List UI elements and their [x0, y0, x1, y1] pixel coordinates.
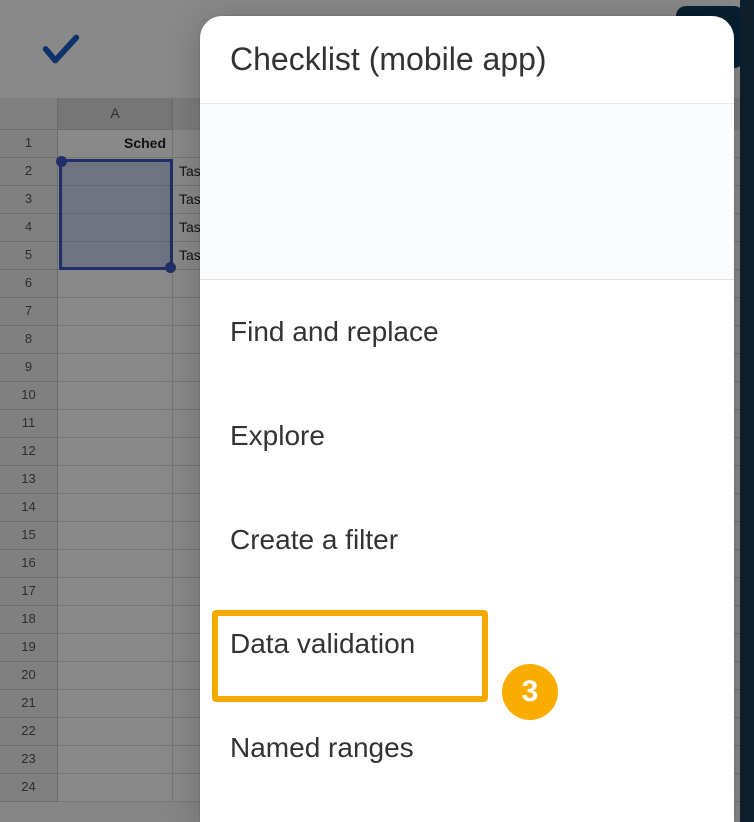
row-number[interactable]: 18: [0, 606, 58, 634]
menu-item-find-replace[interactable]: Find and replace: [200, 280, 734, 384]
row-number[interactable]: 7: [0, 298, 58, 326]
tutorial-step-badge: 3: [502, 664, 558, 720]
popup-spacer: [200, 104, 734, 280]
row-number[interactable]: 23: [0, 746, 58, 774]
row-number[interactable]: 14: [0, 494, 58, 522]
cell[interactable]: [58, 326, 173, 354]
sheet-title: Checklist (mobile app): [200, 16, 734, 104]
cell[interactable]: [58, 382, 173, 410]
row-number[interactable]: 17: [0, 578, 58, 606]
cell[interactable]: [58, 410, 173, 438]
row-number[interactable]: 10: [0, 382, 58, 410]
row-number[interactable]: 11: [0, 410, 58, 438]
row-number[interactable]: 9: [0, 354, 58, 382]
row-number[interactable]: 16: [0, 550, 58, 578]
cell[interactable]: [58, 298, 173, 326]
cell[interactable]: [58, 578, 173, 606]
cell[interactable]: [58, 690, 173, 718]
cell[interactable]: [58, 662, 173, 690]
cell[interactable]: [58, 606, 173, 634]
row-number[interactable]: 6: [0, 270, 58, 298]
menu-item-create-filter[interactable]: Create a filter: [200, 488, 734, 592]
cell[interactable]: [58, 438, 173, 466]
row-number[interactable]: 5: [0, 242, 58, 270]
row-number[interactable]: 21: [0, 690, 58, 718]
row-number[interactable]: 1: [0, 130, 58, 158]
menu-item-data-validation[interactable]: Data validation: [200, 592, 734, 696]
cell[interactable]: [58, 354, 173, 382]
row-number[interactable]: 19: [0, 634, 58, 662]
cell-a5[interactable]: [58, 242, 173, 270]
cell[interactable]: [58, 522, 173, 550]
row-number[interactable]: 20: [0, 662, 58, 690]
row-number[interactable]: 22: [0, 718, 58, 746]
cell-a2[interactable]: [58, 158, 173, 186]
row-number[interactable]: 24: [0, 774, 58, 802]
cell-a3[interactable]: [58, 186, 173, 214]
menu-item-explore[interactable]: Explore: [200, 384, 734, 488]
column-header-a[interactable]: A: [58, 98, 173, 130]
row-number[interactable]: 12: [0, 438, 58, 466]
bottom-sheet-menu: Checklist (mobile app) Find and replace …: [200, 16, 734, 822]
row-number[interactable]: 3: [0, 186, 58, 214]
row-number[interactable]: 15: [0, 522, 58, 550]
cell-a4[interactable]: [58, 214, 173, 242]
cell[interactable]: [58, 634, 173, 662]
corner-cell[interactable]: [0, 98, 58, 130]
row-number[interactable]: 8: [0, 326, 58, 354]
row-number[interactable]: 2: [0, 158, 58, 186]
cell[interactable]: [58, 494, 173, 522]
cell[interactable]: [58, 270, 173, 298]
right-edge-strip: [740, 0, 754, 822]
cell[interactable]: [58, 550, 173, 578]
confirm-check-icon[interactable]: [38, 26, 84, 72]
row-number[interactable]: 4: [0, 214, 58, 242]
cell[interactable]: [58, 718, 173, 746]
cell-a1[interactable]: Sched: [58, 130, 173, 158]
cell[interactable]: [58, 774, 173, 802]
row-number[interactable]: 13: [0, 466, 58, 494]
menu-item-named-ranges[interactable]: Named ranges: [200, 696, 734, 800]
cell[interactable]: [58, 466, 173, 494]
cell[interactable]: [58, 746, 173, 774]
